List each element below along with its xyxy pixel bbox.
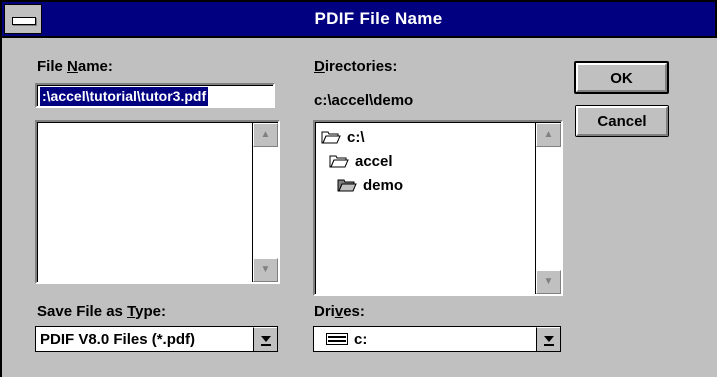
directory-item-root[interactable]: c:\ bbox=[321, 126, 365, 148]
current-directory: c:\accel\demo bbox=[314, 92, 414, 109]
ok-button[interactable]: OK bbox=[574, 61, 669, 94]
drives-select[interactable]: c: bbox=[313, 326, 561, 352]
dialog-body: File Name: :\accel\tutorial\tutor3.pdf ▲… bbox=[0, 38, 717, 377]
file-name-input[interactable]: :\accel\tutorial\tutor3.pdf bbox=[35, 83, 275, 108]
directory-list[interactable]: c:\ accel demo ▲ ▼ bbox=[313, 120, 563, 296]
open-folder-icon bbox=[337, 179, 357, 192]
directory-item-accel[interactable]: accel bbox=[329, 150, 393, 172]
system-menu-icon[interactable] bbox=[4, 4, 42, 34]
file-list-scrollbar[interactable]: ▲ ▼ bbox=[252, 123, 278, 282]
scroll-down-arrow-icon[interactable]: ▼ bbox=[253, 258, 278, 282]
scroll-down-arrow-icon[interactable]: ▼ bbox=[536, 270, 561, 294]
open-folder-icon bbox=[321, 131, 341, 144]
title-bar[interactable]: PDIF File Name bbox=[0, 0, 717, 38]
window-title: PDIF File Name bbox=[314, 9, 443, 28]
save-type-select[interactable]: PDIF V8.0 Files (*.pdf) bbox=[35, 326, 278, 352]
dropdown-arrow-icon[interactable] bbox=[536, 327, 560, 351]
file-name-value: :\accel\tutorial\tutor3.pdf bbox=[40, 87, 209, 106]
file-name-label: File Name: bbox=[37, 58, 113, 75]
save-type-value: PDIF V8.0 Files (*.pdf) bbox=[40, 330, 196, 348]
directory-list-scrollbar[interactable]: ▲ ▼ bbox=[535, 123, 561, 294]
drives-label: Drives: bbox=[314, 303, 365, 320]
hard-drive-icon bbox=[326, 333, 348, 345]
dropdown-arrow-icon[interactable] bbox=[253, 327, 277, 351]
directories-label: Directories: bbox=[314, 58, 398, 75]
open-folder-icon bbox=[329, 155, 349, 168]
scroll-up-arrow-icon[interactable]: ▲ bbox=[253, 123, 278, 147]
dialog-window: PDIF File Name File Name: :\accel\tutori… bbox=[0, 0, 717, 377]
scroll-up-arrow-icon[interactable]: ▲ bbox=[536, 123, 561, 147]
directory-item-demo[interactable]: demo bbox=[337, 174, 403, 196]
cancel-button[interactable]: Cancel bbox=[575, 105, 669, 137]
save-type-label: Save File as Type: bbox=[37, 303, 166, 320]
drives-value: c: bbox=[354, 330, 368, 348]
file-list[interactable]: ▲ ▼ bbox=[35, 120, 280, 284]
